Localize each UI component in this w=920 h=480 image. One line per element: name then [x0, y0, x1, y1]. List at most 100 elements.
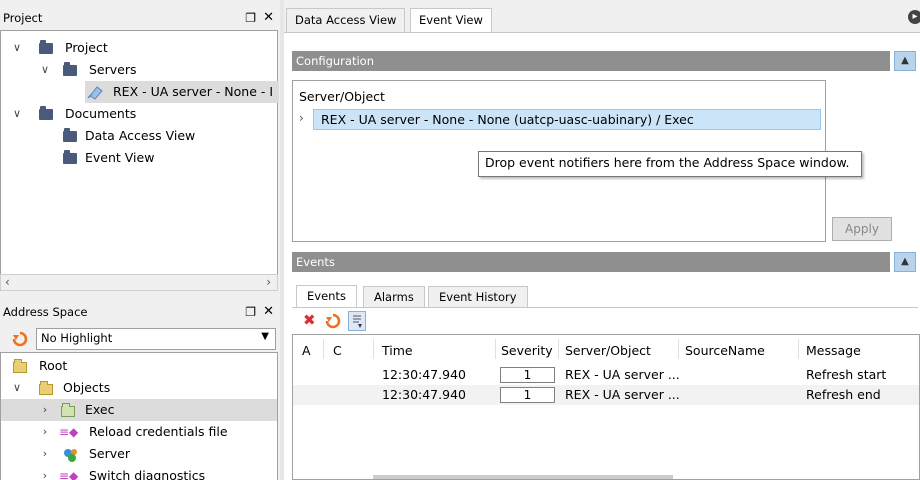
folder-icon [61, 403, 75, 417]
event-severity: 1 [500, 367, 555, 383]
tree-item-server-rex[interactable]: REX - UA server - None - I [85, 81, 279, 103]
event-severity: 1 [500, 387, 555, 403]
column-header-server-object[interactable]: Server/Object [565, 343, 651, 358]
tree-label: Exec [85, 402, 115, 417]
tree-item-objects[interactable]: ∨ Objects [1, 377, 271, 399]
refresh-icon[interactable] [12, 331, 28, 347]
project-icon [39, 40, 53, 54]
config-row-label: REX - UA server - None - None (uatcp-uas… [321, 112, 694, 127]
tree-item-project[interactable]: ∨ Project [1, 37, 261, 59]
project-pane-header: Project ❐ ✕ [0, 8, 280, 28]
event-server-object: REX - UA server ... [565, 387, 680, 402]
column-separator[interactable] [558, 339, 559, 359]
scroll-left-icon[interactable]: ‹ [5, 275, 10, 289]
table-row[interactable]: 12:30:47.940 1 REX - UA server ... Refre… [293, 365, 919, 385]
column-separator[interactable] [798, 339, 799, 359]
tree-item-event-view[interactable]: Event View [1, 147, 261, 169]
project-tree: ∨ Project ∨ Servers REX - UA server - No… [0, 30, 279, 290]
project-pane-title: Project [3, 11, 43, 25]
column-separator[interactable] [495, 339, 496, 359]
project-tree-scrollbar[interactable]: ‹ › [0, 274, 278, 291]
method-icon: ≡◆ [59, 425, 79, 439]
collapse-events-icon[interactable]: ▲ [894, 252, 916, 272]
tab-event-view[interactable]: Event View [410, 8, 492, 33]
tab-events[interactable]: Events [296, 285, 357, 308]
tree-item-server[interactable]: › Server [1, 443, 271, 465]
column-separator[interactable] [678, 339, 679, 359]
events-grid-scrollbar[interactable] [373, 475, 673, 479]
pin-icon[interactable]: ❐ [245, 302, 256, 322]
column-header-severity[interactable]: Severity [501, 343, 553, 358]
tab-event-history[interactable]: Event History [428, 286, 528, 308]
column-separator[interactable] [323, 339, 324, 359]
chevron-down-icon[interactable]: ▼ [261, 331, 269, 342]
tree-label: Root [39, 358, 68, 373]
config-row[interactable]: › REX - UA server - None - None (uatcp-u… [293, 109, 823, 131]
folder-icon [39, 106, 53, 120]
event-time: 12:30:47.940 [382, 387, 466, 402]
address-tree: Root ∨ Objects › Exec › ≡◆ Reload creden… [0, 352, 278, 480]
tree-item-data-access-view[interactable]: Data Access View [1, 125, 261, 147]
overflow-icon[interactable]: ▸ [908, 10, 920, 24]
highlight-select-value: No Highlight [41, 331, 113, 345]
chevron-right-icon[interactable]: › [39, 443, 51, 465]
close-icon[interactable]: ✕ [263, 8, 274, 28]
delete-icon[interactable]: ✖ [303, 313, 316, 328]
pin-icon[interactable]: ❐ [245, 8, 256, 28]
chevron-right-icon[interactable]: › [299, 111, 304, 125]
tree-item-exec[interactable]: › Exec [1, 399, 277, 421]
column-header-c[interactable]: C [333, 343, 342, 358]
tree-item-switch-diagnostics[interactable]: › ≡◆ Switch diagnostics [1, 465, 271, 480]
tree-label: Switch diagnostics [89, 468, 206, 480]
events-grid: A C Time Severity Server/Object SourceNa… [292, 334, 920, 480]
chevron-down-icon[interactable]: ∨ [11, 37, 23, 59]
tab-data-access-view[interactable]: Data Access View [286, 8, 406, 32]
column-header-a[interactable]: A [302, 343, 311, 358]
server-object-icon [63, 447, 79, 462]
events-tab-line [292, 307, 918, 308]
close-icon[interactable]: ✕ [263, 302, 274, 322]
collapse-configuration-icon[interactable]: ▲ [894, 51, 916, 71]
column-separator[interactable] [373, 339, 374, 359]
tree-label: REX - UA server - None - I [113, 84, 274, 99]
column-header-time[interactable]: Time [382, 343, 413, 358]
event-message: Refresh start [806, 367, 887, 382]
tab-alarms[interactable]: Alarms [363, 286, 425, 308]
tree-item-documents[interactable]: ∨ Documents [1, 103, 261, 125]
apply-button[interactable]: Apply [832, 217, 892, 241]
document-icon [63, 150, 77, 164]
tree-label: Project [65, 40, 108, 55]
config-column-header: Server/Object [299, 89, 385, 104]
chevron-right-icon[interactable]: › [39, 399, 51, 421]
tree-item-root[interactable]: Root [1, 355, 271, 377]
scroll-right-icon[interactable]: › [266, 275, 271, 289]
folder-icon [39, 381, 53, 395]
chevron-down-icon[interactable]: ∨ [39, 59, 51, 81]
address-pane-title: Address Space [3, 305, 88, 319]
folder-icon [63, 62, 77, 76]
chevron-right-icon[interactable]: › [39, 465, 51, 480]
events-section-header: Events [292, 252, 890, 272]
server-connection-icon [87, 84, 103, 100]
document-icon [63, 128, 77, 142]
column-header-source-name[interactable]: SourceName [685, 343, 765, 358]
chevron-down-icon[interactable]: ∨ [11, 377, 23, 399]
chevron-down-icon[interactable]: ∨ [11, 103, 23, 125]
column-header-message[interactable]: Message [806, 343, 861, 358]
table-row[interactable]: 12:30:47.940 1 REX - UA server ... Refre… [293, 385, 919, 405]
event-server-object: REX - UA server ... [565, 367, 680, 382]
chevron-right-icon[interactable]: › [39, 421, 51, 443]
tree-label: Servers [89, 62, 137, 77]
tree-label: Reload credentials file [89, 424, 228, 439]
autoscroll-icon[interactable] [348, 311, 366, 331]
highlight-select[interactable]: No Highlight ▼ [36, 328, 276, 350]
event-time: 12:30:47.940 [382, 367, 466, 382]
drop-hint-tooltip: Drop event notifiers here from the Addre… [478, 151, 862, 177]
tree-item-servers[interactable]: ∨ Servers [1, 59, 261, 81]
folder-icon [13, 359, 27, 373]
tree-label: Objects [63, 380, 111, 395]
refresh-icon[interactable] [325, 313, 341, 329]
tree-label: Data Access View [85, 128, 196, 143]
tree-label: Server [89, 446, 130, 461]
tree-item-reload-credentials[interactable]: › ≡◆ Reload credentials file [1, 421, 271, 443]
